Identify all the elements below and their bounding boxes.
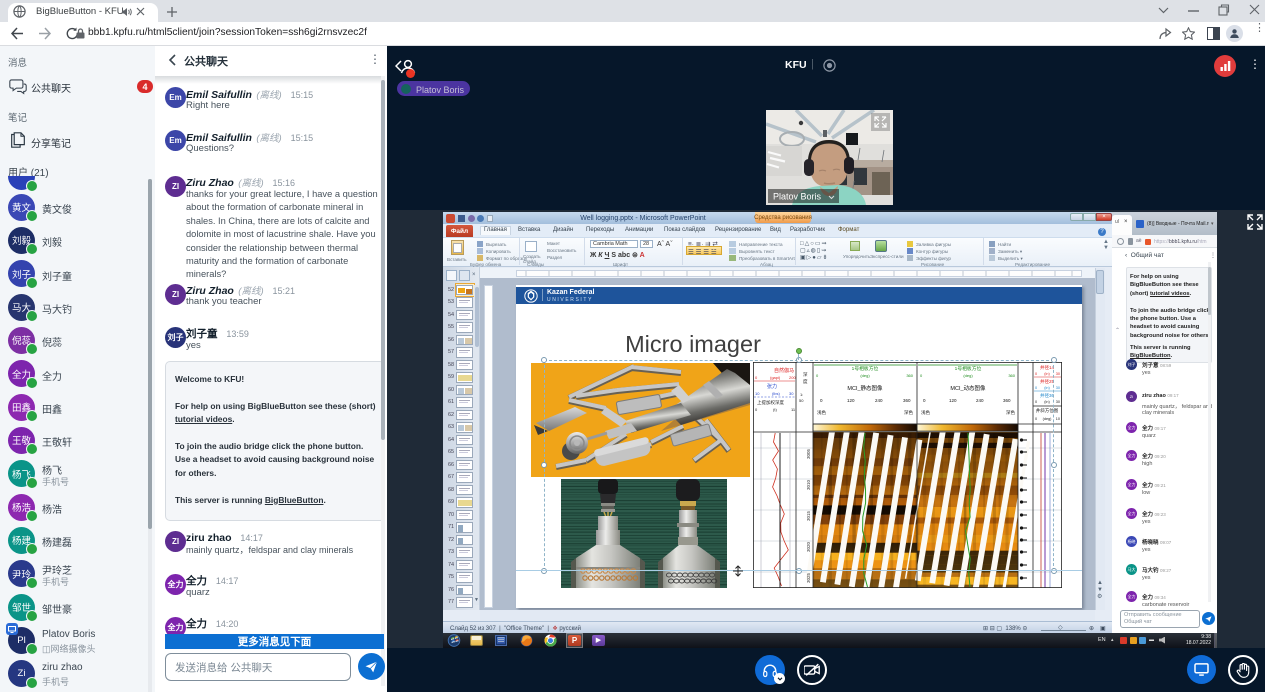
- svg-text:360: 360: [906, 373, 913, 378]
- svg-text:(in): (in): [1044, 400, 1050, 404]
- svg-text:(deg): (deg): [1043, 417, 1053, 421]
- svg-text:3010: 3010: [806, 479, 811, 490]
- svg-text:井斜方位图: 井斜方位图: [1036, 407, 1059, 414]
- svg-text:(in): (in): [1044, 386, 1050, 390]
- svg-text:3005: 3005: [806, 448, 811, 459]
- svg-text:浅色: 浅色: [817, 409, 826, 415]
- svg-text:30: 30: [1056, 400, 1060, 404]
- svg-text:240: 240: [976, 398, 984, 403]
- svg-text:1号相板方位: 1号相板方位: [955, 365, 982, 372]
- svg-text:30: 30: [789, 391, 794, 396]
- svg-text:(deg): (deg): [963, 373, 973, 378]
- svg-text:井径25: 井径25: [1040, 378, 1055, 385]
- svg-text:0: 0: [1035, 400, 1037, 404]
- svg-text:360: 360: [1003, 398, 1011, 403]
- svg-text:120: 120: [949, 398, 957, 403]
- svg-text:0: 0: [1035, 417, 1037, 421]
- svg-text:10: 10: [1056, 417, 1060, 421]
- svg-text:(lbs): (lbs): [772, 391, 780, 396]
- svg-text:0: 0: [1035, 372, 1037, 376]
- svg-text:30: 30: [1056, 386, 1060, 390]
- svg-text:(in): (in): [1044, 372, 1050, 376]
- svg-text:张力: 张力: [767, 383, 777, 390]
- svg-text:360: 360: [1008, 373, 1015, 378]
- svg-text:1号相板方位: 1号相板方位: [852, 365, 879, 372]
- svg-text:0: 0: [1035, 386, 1037, 390]
- svg-text:200: 200: [789, 375, 796, 380]
- svg-text:3020: 3020: [806, 541, 811, 552]
- svg-text:1:: 1:: [800, 392, 803, 397]
- svg-text:(t): (t): [773, 407, 777, 412]
- svg-text:10: 10: [755, 391, 760, 396]
- svg-text:浅色: 浅色: [921, 409, 930, 415]
- svg-text:深: 深: [803, 371, 808, 378]
- svg-text:3025: 3025: [806, 572, 811, 583]
- svg-text:深色: 深色: [904, 409, 913, 416]
- svg-text:度: 度: [803, 378, 808, 385]
- svg-text:井径36: 井径36: [1040, 392, 1055, 399]
- svg-text:MCI_动态图像: MCI_动态图像: [950, 384, 986, 392]
- svg-text:120: 120: [847, 398, 855, 403]
- svg-text:30: 30: [1056, 372, 1060, 376]
- svg-text:Platov Boris: Platov Boris: [773, 192, 822, 202]
- svg-text:井径14: 井径14: [1040, 364, 1055, 371]
- svg-text:50: 50: [799, 398, 804, 403]
- svg-text:(gapi): (gapi): [770, 375, 781, 380]
- svg-text:360: 360: [903, 398, 911, 403]
- svg-text:自然伽马: 自然伽马: [774, 367, 794, 374]
- svg-text:上提加权深度: 上提加权深度: [757, 399, 784, 406]
- svg-text:240: 240: [875, 398, 883, 403]
- svg-text:3015: 3015: [806, 510, 811, 521]
- svg-text:深色: 深色: [1006, 409, 1015, 416]
- svg-text:(deg): (deg): [860, 373, 870, 378]
- svg-text:MCI_静态图像: MCI_静态图像: [847, 384, 883, 392]
